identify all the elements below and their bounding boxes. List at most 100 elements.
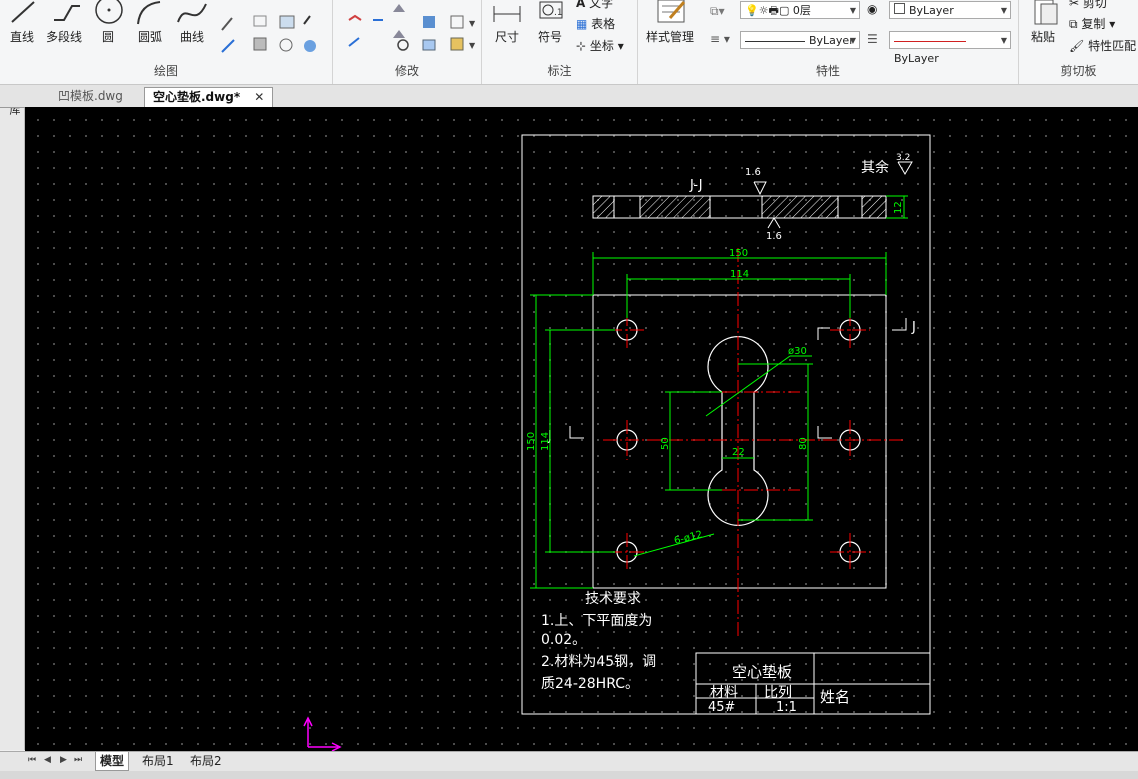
cut-button[interactable]: ✂ 剪切 — [1069, 0, 1107, 11]
last-tab-icon[interactable]: ⏭ — [74, 755, 82, 765]
match-label: 特性匹配 — [1088, 39, 1137, 53]
doc-tab-label: 凹模板.dwg — [58, 89, 123, 103]
coordinate-icon: ⊹ — [576, 39, 587, 53]
curve-button[interactable]: 曲线 — [180, 28, 204, 45]
text-button[interactable]: A 文字 — [576, 0, 613, 11]
dim-114-h: 114 — [730, 269, 749, 280]
tech-line-2: 0.02。 — [541, 632, 586, 648]
dim-150-h: 150 — [729, 248, 748, 259]
style-manager-icon — [657, 0, 686, 23]
panel-properties: 样式管理 ⧉▾ 💡☼🖶▢ 0层 ▼ ◉ ByLayer ▼ ≡ ▾ ByLaye… — [638, 0, 1019, 84]
ucs-icon — [303, 716, 342, 751]
ribbon: 直线 多段线 圆 圆弧 曲线 绘图 ▼ ▼ 修改 尺寸 .1 符号 A 文字 ▦… — [0, 0, 1138, 85]
color-dropdown[interactable]: ByLayer ▼ — [889, 1, 1011, 19]
linetype-manager-icon[interactable]: ≡ ▾ — [710, 32, 730, 46]
polyline-icon — [54, 5, 80, 21]
doc-tab-label: 空心垫板.dwg* — [153, 90, 241, 104]
tb-scale-label: 比列 — [764, 685, 792, 701]
tech-line-3: 2.材料为45钢，调 — [541, 654, 656, 670]
dimension-icon — [493, 6, 521, 22]
side-palette: 图库 — [0, 85, 25, 750]
document-tabs: 凹模板.dwg 空心垫板.dwg* ✕ — [0, 85, 1138, 108]
scissors-icon: ✂ — [1069, 0, 1080, 10]
linetype-dropdown[interactable]: ByLayer ▼ — [740, 31, 860, 49]
cut-label: 剪切 — [1082, 0, 1107, 10]
close-icon[interactable]: ✕ — [254, 90, 264, 104]
table-label: 表格 — [591, 17, 616, 31]
tb-material-label: 材料 — [710, 685, 738, 701]
roughness-top: 1.6 — [745, 167, 761, 178]
svg-text:.1: .1 — [554, 8, 563, 18]
table-button[interactable]: ▦ 表格 — [576, 15, 615, 32]
panel-draw-title: 绘图 — [153, 64, 178, 78]
dim-80: 80 — [798, 437, 809, 450]
linetype-value: ByLayer — [809, 34, 854, 47]
lineweight-icon[interactable]: ☰ — [867, 32, 878, 46]
style-manager-button[interactable]: 样式管理 — [646, 28, 694, 45]
curve-icon — [177, 3, 207, 23]
svg-text:▼: ▼ — [469, 19, 476, 28]
section-view — [592, 195, 887, 219]
doc-tab-1[interactable]: 空心垫板.dwg* ✕ — [144, 87, 274, 107]
drawing-svg: J-J 1.6 1.6 其余 3.2 12 J J 150 114 150 11… — [303, 134, 931, 751]
layer-dropdown[interactable]: 💡☼🖶▢ 0层 ▼ — [740, 1, 860, 19]
color-value: ByLayer — [909, 4, 954, 17]
copy-icon: ⧉ — [1069, 17, 1078, 31]
centerlines — [603, 248, 903, 636]
first-tab-icon[interactable]: ⏮ — [28, 755, 36, 765]
match-properties-button[interactable]: 🖌 特性匹配 — [1069, 37, 1136, 54]
layout-tab-model[interactable]: 模型 — [95, 752, 130, 771]
coordinate-label: 坐标 — [589, 39, 614, 53]
tb-title: 空心垫板 — [732, 663, 792, 681]
lineweight-sample — [894, 40, 966, 42]
layout-tab-label: 模型 — [100, 754, 125, 768]
symbol-icon: .1 — [539, 1, 563, 19]
layout-tabs: ⏮ ◀ ▶ ⏭ 模型 布局1 布局2 — [0, 751, 1138, 772]
dim-114-v: 114 — [540, 432, 551, 451]
line-button[interactable]: 直线 — [10, 28, 34, 45]
polyline-button[interactable]: 多段线 — [46, 28, 82, 45]
panel-modify: ▼ ▼ 修改 — [333, 0, 482, 84]
modify-tools-icons[interactable]: ▼ ▼ — [339, 0, 479, 58]
panel-annotate: 尺寸 .1 符号 A 文字 ▦ 表格 ⊹ 坐标 ▾ 标注 — [482, 0, 638, 84]
lineweight-dropdown[interactable]: ByLayer ▼ — [889, 31, 1011, 65]
dim-holes: 6-ø12 — [673, 529, 704, 547]
layout-tab-2[interactable]: 布局2 — [186, 752, 226, 770]
doc-tab-0[interactable]: 凹模板.dwg — [50, 87, 131, 106]
layout-tab-1[interactable]: 布局1 — [138, 752, 178, 770]
panel-clipboard: 粘贴 ✂ 剪切 ⧉ 复制 ▾ 🖌 特性匹配 剪切板 — [1019, 0, 1138, 84]
prev-tab-icon[interactable]: ◀ — [44, 755, 51, 765]
next-tab-icon[interactable]: ▶ — [60, 755, 67, 765]
copy-button[interactable]: ⧉ 复制 ▾ — [1069, 15, 1115, 32]
paste-button[interactable]: 粘贴 — [1031, 28, 1055, 45]
chevron-down-icon: ▼ — [849, 36, 856, 45]
tb-scale: 1:1 — [776, 700, 797, 715]
layer-manager-icon[interactable]: ⧉▾ — [710, 4, 725, 19]
paste-icon — [1034, 0, 1058, 25]
brush-icon: 🖌 — [1069, 39, 1085, 53]
color-wheel-icon[interactable]: ◉ — [867, 2, 877, 16]
dimension-lines — [530, 252, 887, 589]
arc-button[interactable]: 圆弧 — [138, 28, 162, 45]
section-label: J-J — [689, 178, 703, 193]
panel-properties-title: 特性 — [815, 64, 840, 78]
arc-icon — [137, 1, 161, 25]
tech-title: 技术要求 — [585, 591, 641, 607]
dim-150-v: 150 — [526, 432, 537, 451]
chevron-down-icon: ▼ — [1000, 6, 1007, 15]
dimension-button[interactable]: 尺寸 — [495, 28, 519, 45]
dim-phi30: ø30 — [788, 346, 807, 357]
text-label: 文字 — [589, 0, 614, 10]
cut-marker-right: J — [911, 320, 916, 335]
tb-material: 45# — [708, 700, 735, 715]
circle-button[interactable]: 圆 — [102, 28, 114, 45]
drawing-canvas[interactable]: J-J 1.6 1.6 其余 3.2 12 J J 150 114 150 11… — [25, 107, 1138, 751]
panel-clipboard-title: 剪切板 — [1060, 64, 1097, 78]
roughness-rest-value: 3.2 — [896, 153, 910, 163]
tech-line-4: 质24-28HRC。 — [541, 676, 639, 692]
linetype-sample — [745, 40, 805, 42]
panel-modify-title: 修改 — [394, 64, 419, 78]
symbol-button[interactable]: 符号 — [538, 28, 562, 45]
layer-value: 0层 — [792, 4, 811, 17]
coordinate-button[interactable]: ⊹ 坐标 ▾ — [576, 37, 624, 54]
